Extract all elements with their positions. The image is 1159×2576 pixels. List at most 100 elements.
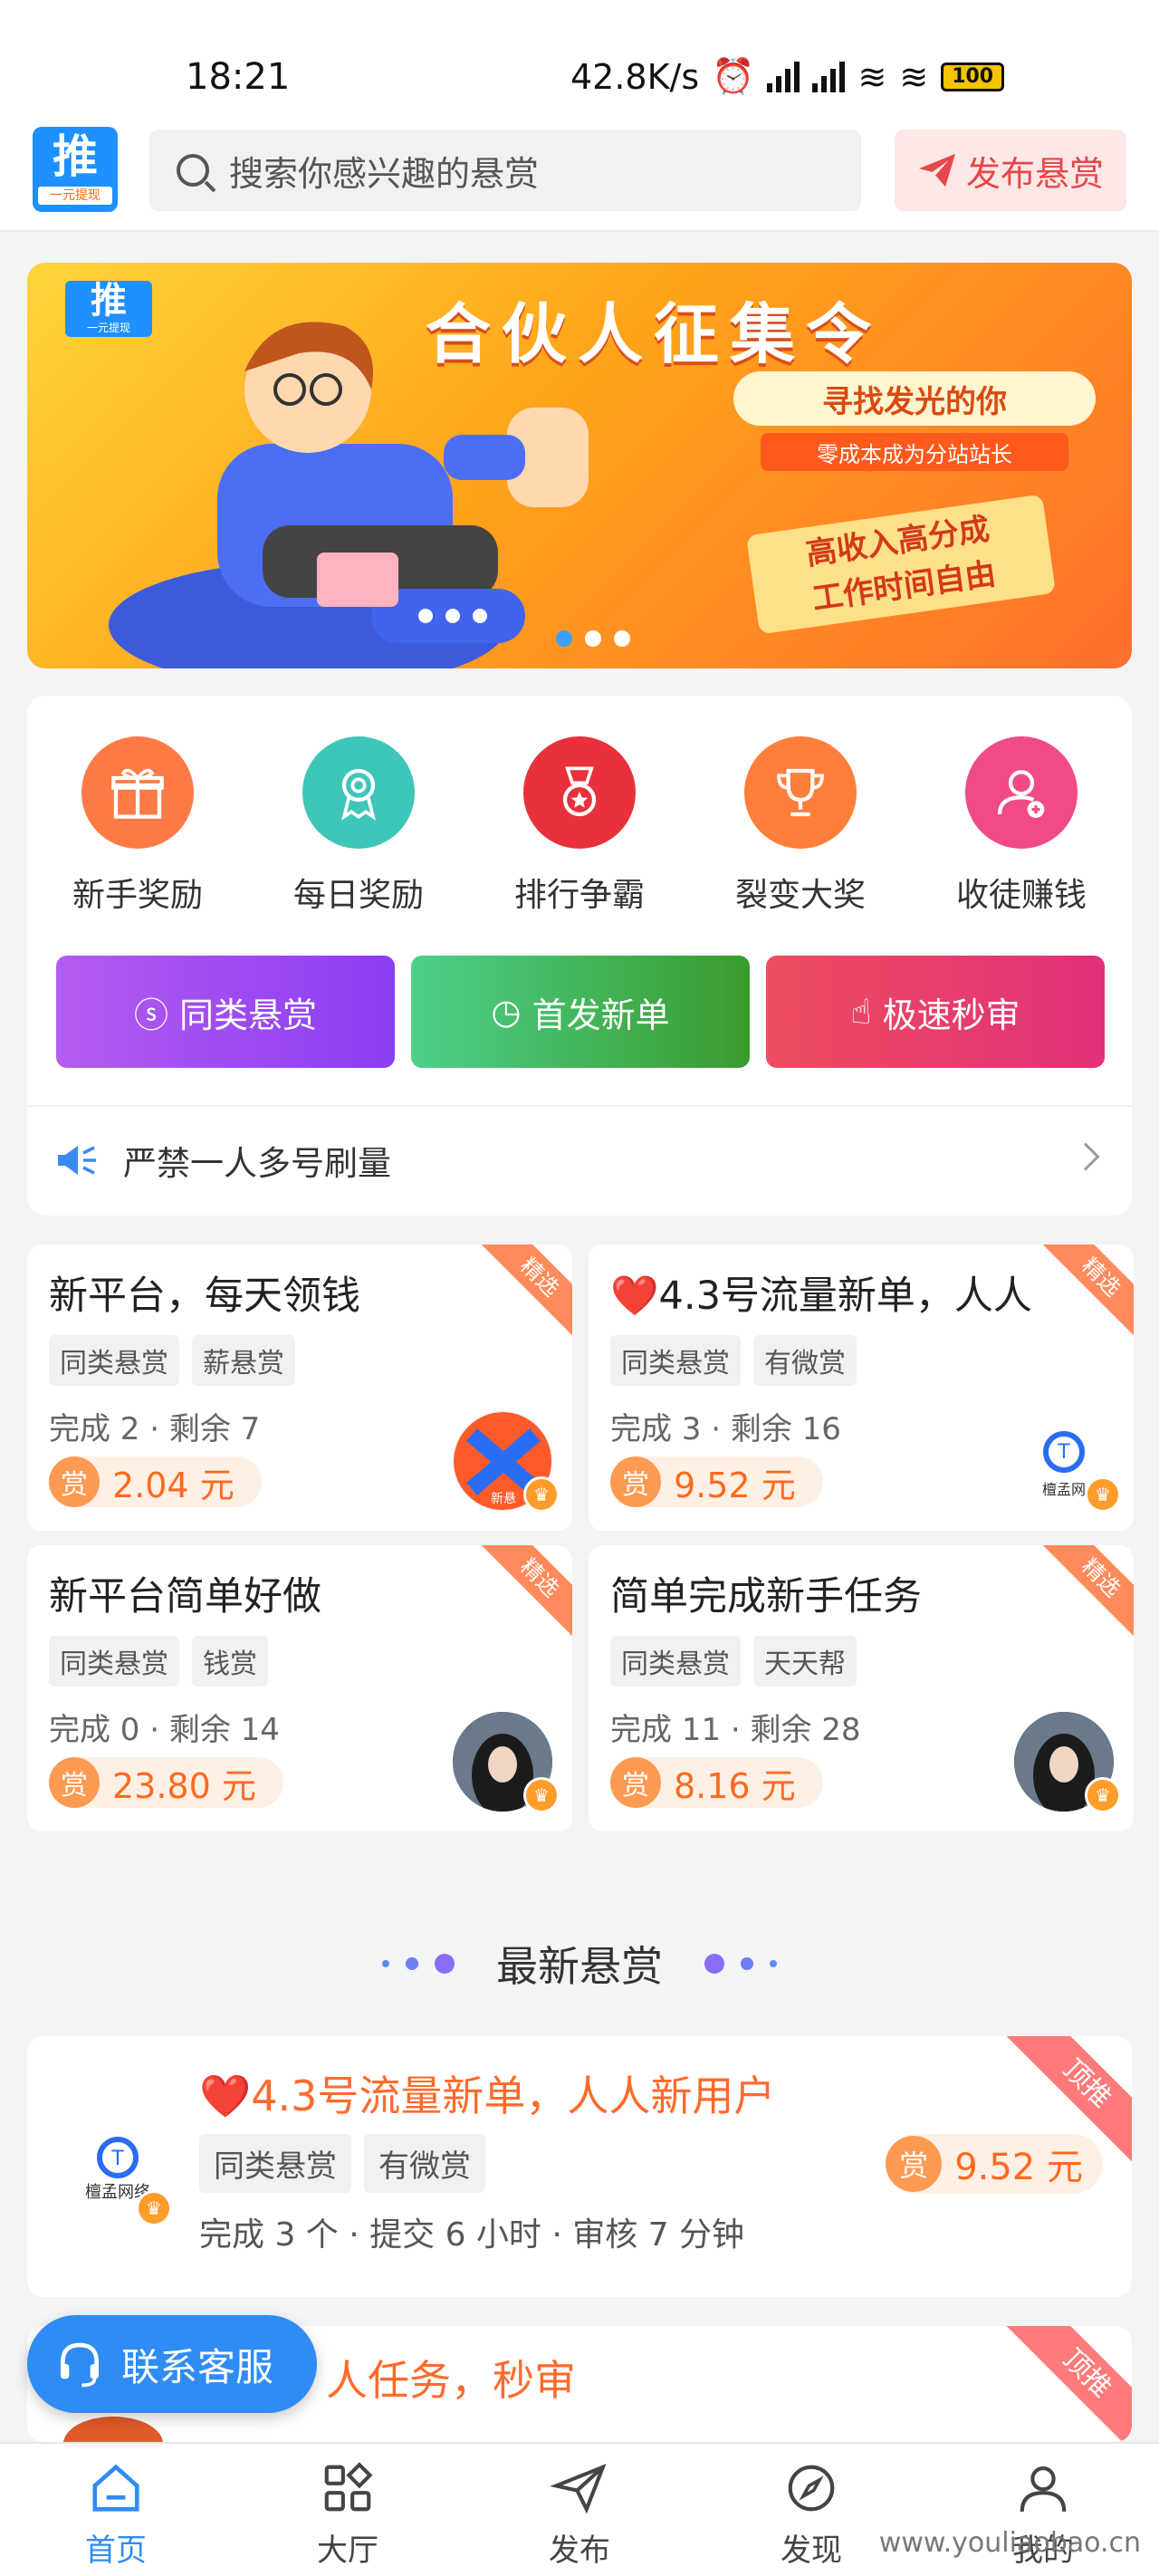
task-title: 新平台，每天领钱 (49, 1274, 360, 1319)
carousel-dots[interactable] (556, 630, 630, 647)
reward-mark: 赏 (886, 2136, 943, 2192)
banner-logo: 推 一元提现 (65, 281, 152, 337)
reward-pill: 赏 9.52 元 (610, 1456, 823, 1507)
banner-subslogan: 零成本成为分站站长 (761, 433, 1068, 471)
carousel-dot[interactable] (556, 630, 572, 647)
latest-task-card[interactable]: T 檀孟网络 ♛ ❤️4.3号流量新单，人人新用户 顶推 同类悬赏 有微赏 赏 9… (27, 2036, 1132, 2297)
banner-slogan: 寻找发光的你 (733, 371, 1096, 426)
task-card[interactable]: 新平台，每天领钱 精选 同类悬赏 薪悬赏 完成 2 · 剩余 7 赏 2.04 … (27, 1245, 572, 1531)
nav-publish[interactable]: 发布 (464, 2444, 695, 2576)
decor-dot (741, 1957, 753, 1970)
feature-icons-row: 新手奖励 每日奖励 排行争霸 裂变大奖 收徒赚钱 (27, 736, 1132, 916)
medal-icon (302, 736, 415, 849)
reward-pill: 赏 8.16 元 (610, 1757, 823, 1808)
fast-review-button[interactable]: ☝ 极速秒审 (766, 956, 1105, 1068)
reward-mark: 赏 (610, 1456, 661, 1507)
network-speed: 42.8K/s (570, 56, 700, 97)
feature-label: 排行争霸 (513, 877, 645, 914)
gift-icon (81, 736, 194, 849)
send-icon (550, 2464, 607, 2514)
task-stats: 完成 11 · 剩余 28 (610, 1712, 861, 1748)
carousel-dot[interactable] (585, 630, 601, 647)
search-placeholder: 搜索你感兴趣的悬赏 (229, 153, 540, 194)
publish-button[interactable]: 发布悬赏 (895, 130, 1126, 211)
promo-banner[interactable]: 推 一元提现 合伙人征集令 寻找发光的你 零成本成为分站站长 高收入高分成 工作… (27, 263, 1132, 668)
chevron-right-icon (1071, 1142, 1100, 1171)
battery-icon: 100 (941, 62, 1005, 91)
banner-logo-mark: 推 (91, 280, 127, 322)
feature-label: 每日奖励 (292, 877, 424, 914)
feature-recruit-earn[interactable]: 收徒赚钱 (911, 736, 1132, 916)
bolt-icon: ⓢ (133, 995, 168, 1035)
svg-text:T: T (110, 2148, 124, 2170)
nav-home[interactable]: 首页 (0, 2444, 232, 2576)
thumb-icon: ☝ (850, 992, 872, 1032)
similar-rewards-button[interactable]: ⓢ 同类悬赏 (56, 956, 395, 1068)
task-tag: 有微赏 (753, 1335, 857, 1386)
nav-hall[interactable]: 大厅 (232, 2444, 464, 2576)
feature-newbie-reward[interactable]: 新手奖励 (27, 736, 248, 916)
task-card[interactable]: 新平台简单好做 精选 同类悬赏 钱赏 完成 0 · 剩余 14 赏 23.80 … (27, 1545, 572, 1831)
banner-logo-subtitle: 一元提现 (86, 322, 130, 334)
watermark: www.youliaobao.cn (878, 2527, 1141, 2559)
notice-text: 严禁一人多号刷量 (123, 1144, 391, 1183)
button-label: 极速秒审 (882, 995, 1020, 1035)
decor-dot (704, 1954, 724, 1974)
top-promo-badge: 顶推 (1006, 2326, 1132, 2442)
service-label: 联系客服 (121, 2344, 274, 2389)
task-tag: 同类悬赏 (49, 1335, 179, 1386)
megaphone-icon (58, 1146, 96, 1175)
banner-benefits: 高收入高分成 工作时间自由 (745, 494, 1057, 635)
task-tag: 钱赏 (192, 1636, 268, 1687)
task-tag: 薪悬赏 (192, 1335, 295, 1386)
avatar-text: 檀孟网 (1042, 1481, 1086, 1498)
customer-service-button[interactable]: 联系客服 (27, 2315, 317, 2413)
paper-plane-icon (918, 153, 955, 187)
nav-label: 发布 (549, 2533, 610, 2569)
crown-icon: ♛ (523, 1476, 560, 1513)
task-tags: 同类悬赏 有微赏 (199, 2134, 485, 2193)
crown-icon: ♛ (523, 1777, 560, 1813)
task-stats: 完成 2 · 剩余 7 (49, 1411, 261, 1447)
quick-buttons: ⓢ 同类悬赏 ◷ 首发新单 ☝ 极速秒审 (56, 956, 1105, 1068)
status-bar: 18:21 42.8K/s ⏰ ≋ ≋ 100 (0, 0, 1159, 127)
task-tags: 同类悬赏 薪悬赏 (49, 1335, 295, 1386)
nav-label: 首页 (85, 2533, 147, 2569)
feature-label: 裂变大奖 (734, 877, 866, 914)
feature-daily-reward[interactable]: 每日奖励 (248, 736, 469, 916)
app-header: 推 一元提现 搜索你感兴趣的悬赏 发布悬赏 (0, 127, 1159, 232)
app-logo[interactable]: 推 一元提现 (33, 127, 118, 212)
feature-ranking[interactable]: 排行争霸 (469, 736, 690, 916)
rank-badge-icon (523, 736, 636, 849)
task-title: 简单完成新手任务 (610, 1574, 922, 1620)
task-tag: 天天帮 (753, 1636, 857, 1687)
avatar-text: 新悬 (491, 1492, 516, 1506)
feature-fission-prize[interactable]: 裂变大奖 (690, 736, 911, 916)
crown-icon: ♛ (136, 2190, 172, 2226)
feature-label: 新手奖励 (72, 877, 203, 914)
decor-dot (406, 1957, 418, 1970)
task-tag: 同类悬赏 (199, 2134, 351, 2193)
notice-bar[interactable]: 严禁一人多号刷量 (27, 1105, 1132, 1214)
task-stats: 完成 3 个 · 提交 6 小时 · 审核 7 分钟 (199, 2216, 745, 2254)
carousel-dot[interactable] (614, 630, 630, 647)
decor-dot (770, 1960, 777, 1967)
grid-icon (324, 2462, 373, 2512)
crown-icon: ♛ (1085, 1476, 1121, 1513)
task-tag: 同类悬赏 (49, 1636, 179, 1687)
reward-pill: 赏 2.04 元 (49, 1456, 262, 1507)
task-card[interactable]: 简单完成新手任务 精选 同类悬赏 天天帮 完成 11 · 剩余 28 赏 8.1… (589, 1545, 1134, 1831)
reward-mark: 赏 (49, 1757, 100, 1808)
search-input[interactable]: 搜索你感兴趣的悬赏 (149, 130, 861, 211)
task-title: 人任务，秒审 (326, 2356, 576, 2405)
task-card[interactable]: ❤️4.3号流量新单，人人 精选 同类悬赏 有微赏 完成 3 · 剩余 16 赏… (589, 1245, 1134, 1531)
avatar (63, 2417, 163, 2442)
task-title: ❤️4.3号流量新单，人人新用户 (199, 2071, 776, 2120)
timer-icon: ◷ (491, 992, 522, 1032)
banner-title: 合伙人征集令 (426, 296, 883, 372)
first-release-button[interactable]: ◷ 首发新单 (411, 956, 750, 1068)
trophy-icon (744, 736, 857, 849)
svg-text:T: T (1057, 1441, 1070, 1464)
add-user-icon (965, 736, 1078, 849)
nav-label: 大厅 (317, 2533, 378, 2569)
